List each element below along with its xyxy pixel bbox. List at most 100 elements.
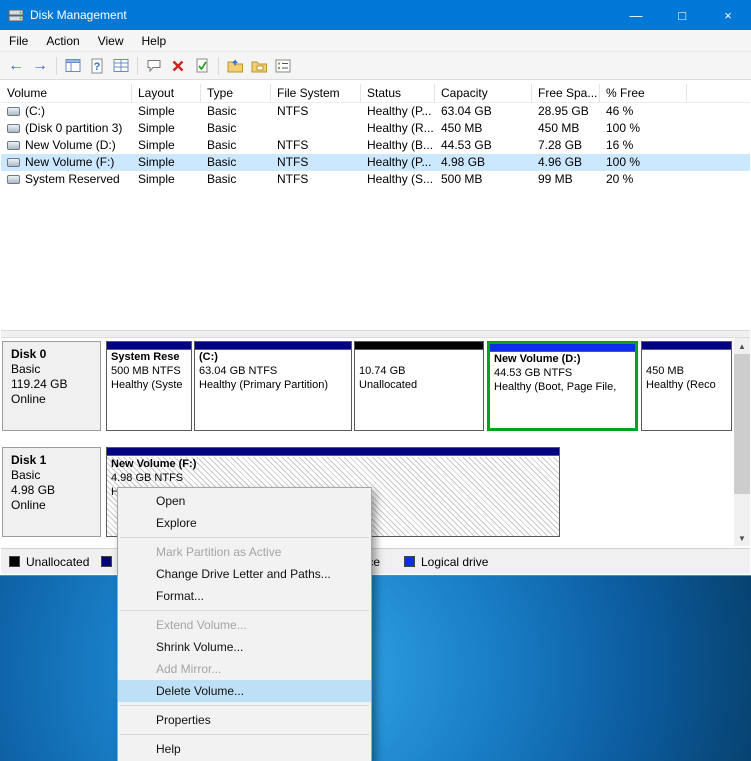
app-icon <box>8 7 24 23</box>
menu-file[interactable]: File <box>0 31 37 51</box>
explore-folder-icon[interactable] <box>247 55 271 77</box>
legend-label: Unallocated <box>26 555 89 569</box>
menu-item-format[interactable]: Format... <box>118 585 371 607</box>
minimize-button[interactable]: — <box>613 0 659 30</box>
column-header-type[interactable]: Type <box>201 84 271 102</box>
table-row-system-reserved[interactable]: System Reserved Simple Basic NTFS Health… <box>1 171 750 188</box>
partition-unallocated[interactable]: 10.74 GB Unallocated <box>354 341 484 431</box>
column-header-filler <box>687 84 750 102</box>
scroll-down-icon[interactable]: ▼ <box>734 530 750 546</box>
volume-list: Volume Layout Type File System Status Ca… <box>1 84 750 330</box>
menu-item-open[interactable]: Open <box>118 490 371 512</box>
toolbar-separator <box>56 57 57 75</box>
show-table-icon[interactable] <box>109 55 133 77</box>
mark-active-icon[interactable] <box>190 55 214 77</box>
title-bar: Disk Management — □ × <box>0 0 751 30</box>
cell-status: Healthy (B... <box>361 137 435 154</box>
cell-layout: Simple <box>132 120 201 137</box>
menu-item-delete-volume[interactable]: Delete Volume... <box>118 680 371 702</box>
menu-item-properties[interactable]: Properties <box>118 709 371 731</box>
cell-status: Healthy (P... <box>361 103 435 120</box>
cell-file-system: NTFS <box>271 171 361 188</box>
column-header-file-system[interactable]: File System <box>271 84 361 102</box>
checklist-icon[interactable] <box>271 55 295 77</box>
cell-capacity: 4.98 GB <box>435 154 532 171</box>
disk-status: Online <box>11 392 92 407</box>
disk-size: 119.24 GB <box>11 377 92 392</box>
forward-icon[interactable]: → <box>28 55 52 77</box>
partition-color-bar <box>490 344 635 352</box>
menu-view[interactable]: View <box>89 31 133 51</box>
cell-status: Healthy (P... <box>361 154 435 171</box>
volume-icon <box>7 141 20 150</box>
pane-splitter[interactable] <box>1 330 750 338</box>
cell-layout: Simple <box>132 171 201 188</box>
cell-capacity: 500 MB <box>435 171 532 188</box>
maximize-button[interactable]: □ <box>659 0 705 30</box>
disk1-info-panel[interactable]: Disk 1 Basic 4.98 GB Online <box>2 447 101 537</box>
cell-file-system: NTFS <box>271 137 361 154</box>
close-button[interactable]: × <box>705 0 751 30</box>
cell-capacity: 450 MB <box>435 120 532 137</box>
cell-pct-free: 100 % <box>600 154 687 171</box>
partition-status: Healthy (Syste <box>107 378 191 392</box>
table-row-new-volume-d[interactable]: New Volume (D:) Simple Basic NTFS Health… <box>1 137 750 154</box>
open-folder-icon[interactable] <box>223 55 247 77</box>
column-header-pct-free[interactable]: % Free <box>600 84 687 102</box>
menu-item-shrink-volume[interactable]: Shrink Volume... <box>118 636 371 658</box>
column-header-free-space[interactable]: Free Spa... <box>532 84 600 102</box>
menu-separator <box>120 610 369 611</box>
column-header-layout[interactable]: Layout <box>132 84 201 102</box>
legend-unallocated: Unallocated <box>9 549 89 574</box>
partition-new-volume-d-selected[interactable]: New Volume (D:) 44.53 GB NTFS Healthy (B… <box>487 341 638 431</box>
menu-action[interactable]: Action <box>37 31 88 51</box>
scroll-up-icon[interactable]: ▲ <box>734 338 750 354</box>
menu-item-add-mirror: Add Mirror... <box>118 658 371 680</box>
menu-item-change-drive-letter[interactable]: Change Drive Letter and Paths... <box>118 563 371 585</box>
disk0-info-panel[interactable]: Disk 0 Basic 119.24 GB Online <box>2 341 101 431</box>
partition-title: New Volume (F:) <box>107 457 559 471</box>
partition-c[interactable]: (C:) 63.04 GB NTFS Healthy (Primary Part… <box>194 341 352 431</box>
column-header-status[interactable]: Status <box>361 84 435 102</box>
menu-separator <box>120 705 369 706</box>
table-row-new-volume-f-selected[interactable]: New Volume (F:) Simple Basic NTFS Health… <box>1 154 750 171</box>
cell-type: Basic <box>201 154 271 171</box>
legend-bar: Unallocated Primary partition Free space… <box>1 548 750 574</box>
menu-separator <box>120 537 369 538</box>
cell-free-space: 7.28 GB <box>532 137 600 154</box>
toolbar: ← → ? <box>0 52 751 80</box>
cell-pct-free: 20 % <box>600 171 687 188</box>
column-header-volume[interactable]: Volume <box>1 84 132 102</box>
partition-system-reserved[interactable]: System Rese 500 MB NTFS Healthy (Syste <box>106 341 192 431</box>
partition-recovery[interactable]: 450 MB Healthy (Reco <box>641 341 732 431</box>
partition-title <box>355 350 483 364</box>
toolbar-separator <box>218 57 219 75</box>
cell-pct-free: 46 % <box>600 103 687 120</box>
graph-scrollbar[interactable]: ▲ ▼ <box>734 338 750 546</box>
volume-icon <box>7 124 20 133</box>
back-icon[interactable]: ← <box>4 55 28 77</box>
column-header-capacity[interactable]: Capacity <box>435 84 532 102</box>
menu-help[interactable]: Help <box>133 31 176 51</box>
table-row-c[interactable]: (C:) Simple Basic NTFS Healthy (P... 63.… <box>1 103 750 120</box>
help-icon[interactable]: ? <box>85 55 109 77</box>
menu-item-mark-partition-active: Mark Partition as Active <box>118 541 371 563</box>
volume-icon <box>7 175 20 184</box>
desktop[interactable]: { "window": { "title": "Disk Management"… <box>0 0 751 761</box>
partition-color-bar <box>355 342 483 350</box>
table-row-disk0-partition3[interactable]: (Disk 0 partition 3) Simple Basic Health… <box>1 120 750 137</box>
partition-status: Healthy (Reco <box>642 378 731 392</box>
menu-item-explore[interactable]: Explore <box>118 512 371 534</box>
cell-volume: (C:) <box>1 103 132 120</box>
cell-volume: System Reserved <box>1 171 132 188</box>
partition-title: (C:) <box>195 350 351 364</box>
menu-bar: File Action View Help <box>0 30 751 52</box>
legend-logical-drive: Logical drive <box>404 549 488 574</box>
menu-item-help[interactable]: Help <box>118 738 371 760</box>
menu-separator <box>120 734 369 735</box>
console-tree-icon[interactable] <box>61 55 85 77</box>
delete-volume-icon[interactable] <box>166 55 190 77</box>
scrollbar-thumb[interactable] <box>734 354 750 494</box>
action-pane-icon[interactable] <box>142 55 166 77</box>
logical-drive-swatch <box>404 556 415 567</box>
